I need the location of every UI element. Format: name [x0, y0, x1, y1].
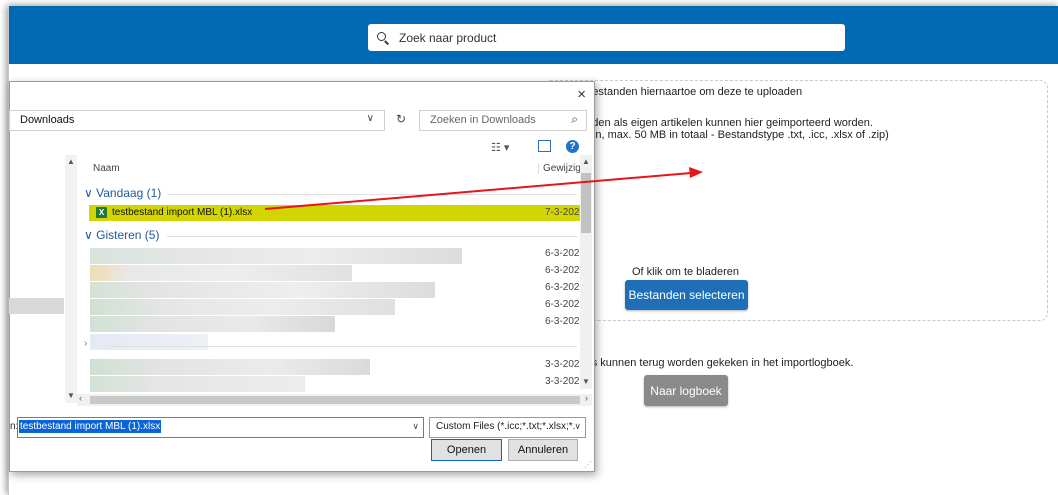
arrow-line [264, 172, 692, 210]
arrow-head [689, 167, 703, 178]
annotation-arrow [264, 167, 703, 210]
web-page: Zoek naar product p bestanden hiernaarto… [8, 6, 1058, 495]
